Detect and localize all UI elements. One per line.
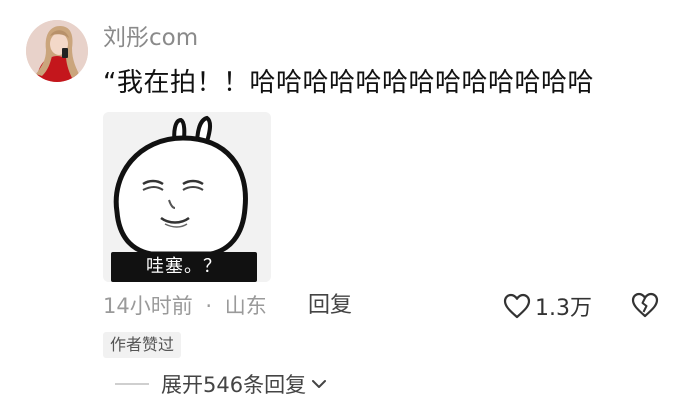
comment-time: 14小时前 (103, 294, 193, 318)
divider-line (115, 383, 149, 385)
chevron-down-icon (312, 380, 327, 388)
like-button[interactable]: 1.3万 (503, 290, 592, 322)
comment-text: “我在拍！！哈哈哈哈哈哈哈哈哈哈哈哈哈 (103, 68, 594, 98)
dislike-button[interactable] (630, 291, 660, 323)
sticker-caption: 哇塞。？ (111, 252, 257, 282)
comment-location: 山东 (224, 294, 267, 318)
avatar-photo (26, 20, 88, 82)
expand-replies-label: 展开546条回复 (161, 373, 307, 397)
reply-button[interactable]: 回复 (308, 292, 352, 320)
username[interactable]: 刘彤com (103, 24, 198, 52)
heart-outline-icon (503, 293, 531, 319)
expand-replies-button[interactable]: 展开546条回复 (115, 368, 327, 400)
meta-separator: · (205, 294, 213, 318)
broken-heart-icon (631, 292, 659, 318)
like-count: 1.3万 (535, 296, 592, 321)
comment-sticker-image[interactable]: 哇塞。？ (103, 112, 271, 282)
comment-meta: 14小时前 · 山东 (103, 292, 267, 320)
author-liked-badge: 作者赞过 (103, 332, 182, 358)
user-avatar[interactable] (26, 20, 88, 82)
